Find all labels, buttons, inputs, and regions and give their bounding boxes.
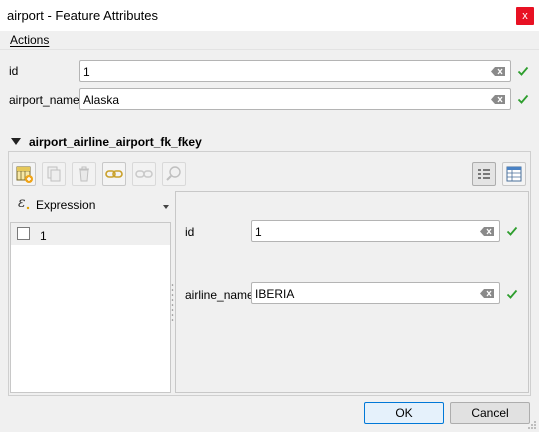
airline-name-field[interactable]: IBERIA [251, 282, 500, 304]
unlink-feature-button[interactable] [132, 162, 156, 186]
expression-label[interactable]: Expression [36, 198, 95, 212]
child-id-value: 1 [255, 225, 262, 239]
list-item[interactable] [11, 223, 170, 245]
form-view-icon [478, 169, 490, 179]
clear-icon[interactable] [480, 289, 494, 298]
menu-bar [0, 31, 539, 49]
table-view-icon [506, 166, 522, 182]
list-item-label: 1 [40, 229, 47, 243]
splitter-handle[interactable] [171, 283, 174, 323]
airline-name-value: IBERIA [255, 287, 295, 301]
feature-list[interactable] [10, 222, 171, 393]
collapse-arrow-icon[interactable] [11, 138, 21, 145]
zoom-to-feature-button[interactable] [162, 162, 186, 186]
relation-title[interactable]: airport_airline_airport_fk_fkey [29, 135, 202, 149]
table-view-button[interactable] [502, 162, 526, 186]
child-id-field[interactable]: 1 [251, 220, 500, 242]
menu-separator [0, 49, 539, 50]
add-child-feature-icon [16, 166, 33, 183]
svg-text:ε: ε [18, 195, 26, 211]
add-child-feature-button[interactable] [12, 162, 36, 186]
delete-feature-button[interactable] [72, 162, 96, 186]
clear-icon[interactable] [480, 227, 494, 236]
zoom-to-feature-icon [166, 166, 181, 181]
dropdown-arrow-icon[interactable] [163, 205, 169, 209]
valid-check-icon [506, 226, 518, 236]
airport-name-field[interactable]: Alaska [79, 88, 511, 110]
list-item-checkbox[interactable] [17, 227, 30, 240]
window-title: airport - Feature Attributes [7, 8, 159, 23]
valid-check-icon [517, 94, 529, 104]
close-icon: x [522, 10, 528, 22]
form-view-button[interactable] [472, 162, 496, 186]
close-button[interactable]: x [516, 7, 534, 25]
airport-name-value: Alaska [83, 93, 120, 107]
unlink-feature-icon [135, 170, 153, 178]
menu-actions[interactable]: Actions [10, 33, 49, 47]
resize-grip-icon[interactable] [527, 420, 537, 430]
id-value: 1 [83, 65, 90, 79]
clear-icon[interactable] [491, 67, 505, 76]
link-feature-button[interactable] [102, 162, 126, 186]
valid-check-icon [506, 289, 518, 299]
airline-name-label: airline_name [185, 288, 254, 302]
ok-button[interactable]: OK [364, 402, 444, 424]
expression-icon: ε [17, 195, 31, 211]
delete-feature-icon [79, 166, 89, 182]
clear-icon[interactable] [491, 95, 505, 104]
valid-check-icon [517, 66, 529, 76]
link-feature-icon [105, 170, 123, 178]
child-id-label: id [185, 225, 195, 239]
airport-name-label: airport_name [9, 93, 80, 107]
duplicate-feature-button[interactable] [42, 162, 66, 186]
cancel-button[interactable]: Cancel [450, 402, 530, 424]
duplicate-feature-icon [47, 166, 61, 182]
id-field[interactable]: 1 [79, 60, 511, 82]
id-label: id [9, 64, 19, 78]
menu-actions-label: Actions [10, 33, 50, 47]
